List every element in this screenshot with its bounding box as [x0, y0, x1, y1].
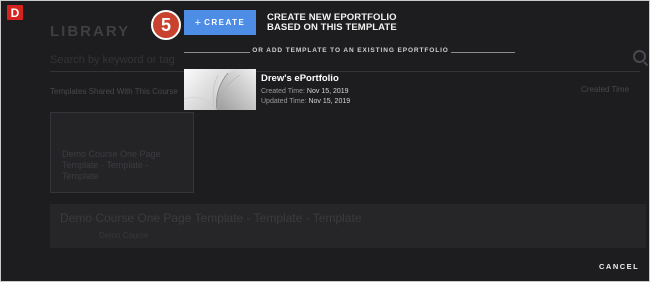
library-search-placeholder: Search by keyword or tag — [50, 54, 175, 66]
create-description-line2: BASED ON THIS TEMPLATE — [267, 22, 397, 33]
library-row-subtitle: Demo Course — [99, 231, 149, 240]
divider-line-left — [184, 52, 250, 53]
updated-time-value: Nov 15, 2019 — [308, 98, 351, 105]
eportfolio-updated-time: Updated Time: Nov 15, 2019 — [261, 98, 350, 105]
step-number-badge: 5 — [151, 10, 181, 40]
plus-icon: + — [194, 16, 202, 29]
library-sort-label: Created Time — [581, 85, 630, 94]
library-card-title: Demo Course One Page Template - Template… — [62, 149, 161, 181]
library-row-title: Demo Course One Page Template - Template… — [60, 211, 362, 225]
modal-overlay: LIBRARY Search by keyword or tag Templat… — [1, 1, 649, 281]
created-time-label: Created Time: — [261, 88, 305, 95]
existing-eportfolio-divider-label: OR ADD TEMPLATE TO AN EXISTING EPORTFOLI… — [252, 47, 449, 54]
library-subheading: Templates Shared With This Course — [50, 87, 178, 96]
search-icon — [633, 50, 646, 63]
eportfolio-created-time: Created Time: Nov 15, 2019 — [261, 88, 349, 95]
library-template-row: Demo Course One Page Template - Template… — [50, 204, 646, 248]
create-button-label: CREATE — [204, 18, 246, 27]
create-button[interactable]: + CREATE — [184, 10, 256, 35]
eportfolio-thumbnail — [184, 69, 256, 110]
existing-eportfolio-item[interactable]: Drew's ePortfolio Created Time: Nov 15, … — [182, 68, 512, 110]
library-template-card: Demo Course One Page Template - Template… — [50, 112, 194, 193]
updated-time-label: Updated Time: — [261, 98, 307, 105]
create-description: CREATE NEW EPORTFOLIO BASED ON THIS TEMP… — [267, 13, 447, 33]
divider-line-right — [451, 52, 515, 53]
eportfolio-name: Drew's ePortfolio — [261, 73, 339, 84]
library-title: LIBRARY — [50, 23, 131, 40]
app-logo-badge: D — [7, 5, 23, 20]
created-time-value: Nov 15, 2019 — [306, 88, 349, 95]
library-background: LIBRARY Search by keyword or tag Templat… — [1, 1, 649, 281]
open-book-image — [184, 69, 256, 110]
cancel-button[interactable]: CANCEL — [599, 262, 639, 271]
